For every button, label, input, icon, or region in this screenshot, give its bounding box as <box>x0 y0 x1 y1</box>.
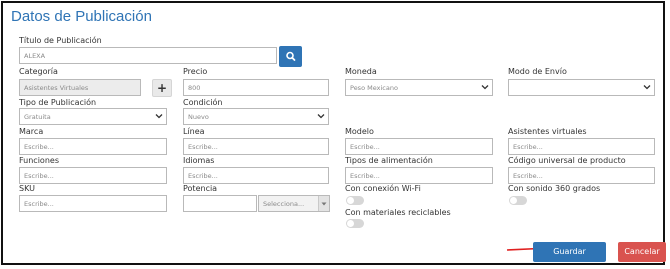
condicion-select[interactable]: Nuevo <box>183 108 329 125</box>
titulo-input[interactable]: ALEXA <box>19 47 277 64</box>
idiomas-label: Idiomas <box>183 156 215 165</box>
precio-input[interactable]: 800 <box>183 79 329 96</box>
chevron-down-icon <box>643 85 651 90</box>
precio-label: Precio <box>183 67 208 76</box>
marca-input[interactable]: Escribe... <box>19 138 167 155</box>
idiomas-input[interactable]: Escribe... <box>183 167 329 184</box>
potencia-unit-select[interactable]: Selecciona... <box>258 195 330 212</box>
chevron-down-icon <box>481 85 489 90</box>
wifi-toggle[interactable] <box>346 196 364 205</box>
sku-input[interactable]: Escribe... <box>19 195 167 212</box>
modo-envio-select[interactable] <box>508 79 655 96</box>
condicion-value: Nuevo <box>188 113 209 121</box>
moneda-value: Peso Mexicano <box>350 84 398 92</box>
categoria-label: Categoría <box>19 67 58 76</box>
cancel-button[interactable]: Cancelar <box>618 242 666 262</box>
marca-label: Marca <box>19 127 44 136</box>
tipo-publicacion-label: Tipo de Publicación <box>19 98 97 107</box>
categoria-field: Asistentes Virtuales <box>19 79 141 96</box>
funciones-input[interactable]: Escribe... <box>19 167 167 184</box>
modo-envio-label: Modo de Envío <box>508 67 567 76</box>
titulo-label: Título de Publicación <box>19 36 102 45</box>
codigo-label: Código universal de producto <box>508 156 626 165</box>
tipo-publicacion-select[interactable]: Gratuita <box>19 108 167 125</box>
alimentacion-label: Tipos de alimentación <box>345 156 433 165</box>
modelo-label: Modelo <box>345 127 374 136</box>
asistentes-input[interactable]: Escribe... <box>508 138 655 155</box>
potencia-unit-value: Selecciona... <box>263 200 305 208</box>
moneda-select[interactable]: Peso Mexicano <box>345 79 493 96</box>
materiales-label: Con materiales reciclables <box>345 208 451 217</box>
potencia-label: Potencia <box>183 184 218 193</box>
asistentes-label: Asistentes virtuales <box>508 127 587 136</box>
caret-down-icon <box>321 202 327 206</box>
tipo-publicacion-value: Gratuita <box>24 113 51 121</box>
save-button[interactable]: Guardar <box>533 242 606 262</box>
funciones-label: Funciones <box>19 156 59 165</box>
modelo-input[interactable]: Escribe... <box>345 138 493 155</box>
add-category-button[interactable]: + <box>152 79 172 97</box>
sonido360-toggle[interactable] <box>509 196 527 205</box>
moneda-label: Moneda <box>345 67 377 76</box>
materiales-toggle[interactable] <box>346 219 364 228</box>
linea-input[interactable]: Escribe... <box>183 138 329 155</box>
search-icon <box>286 51 296 61</box>
search-button[interactable] <box>279 46 302 67</box>
chevron-down-icon <box>317 114 325 119</box>
wifi-label: Con conexión Wi-Fi <box>345 184 421 193</box>
dropdown-caret <box>318 196 329 211</box>
alimentacion-input[interactable]: Escribe... <box>345 167 493 184</box>
condicion-label: Condición <box>183 98 223 107</box>
plus-icon: + <box>156 81 168 95</box>
linea-label: Línea <box>183 127 205 136</box>
publication-form-panel: Datos de Publicación Título de Publicaci… <box>1 1 666 265</box>
page-title: Datos de Publicación <box>11 8 152 25</box>
sku-label: SKU <box>19 184 35 193</box>
codigo-input[interactable]: Escribe... <box>508 167 655 184</box>
sonido360-label: Con sonido 360 grados <box>508 184 601 193</box>
chevron-down-icon <box>155 114 163 119</box>
potencia-input[interactable] <box>183 195 257 212</box>
